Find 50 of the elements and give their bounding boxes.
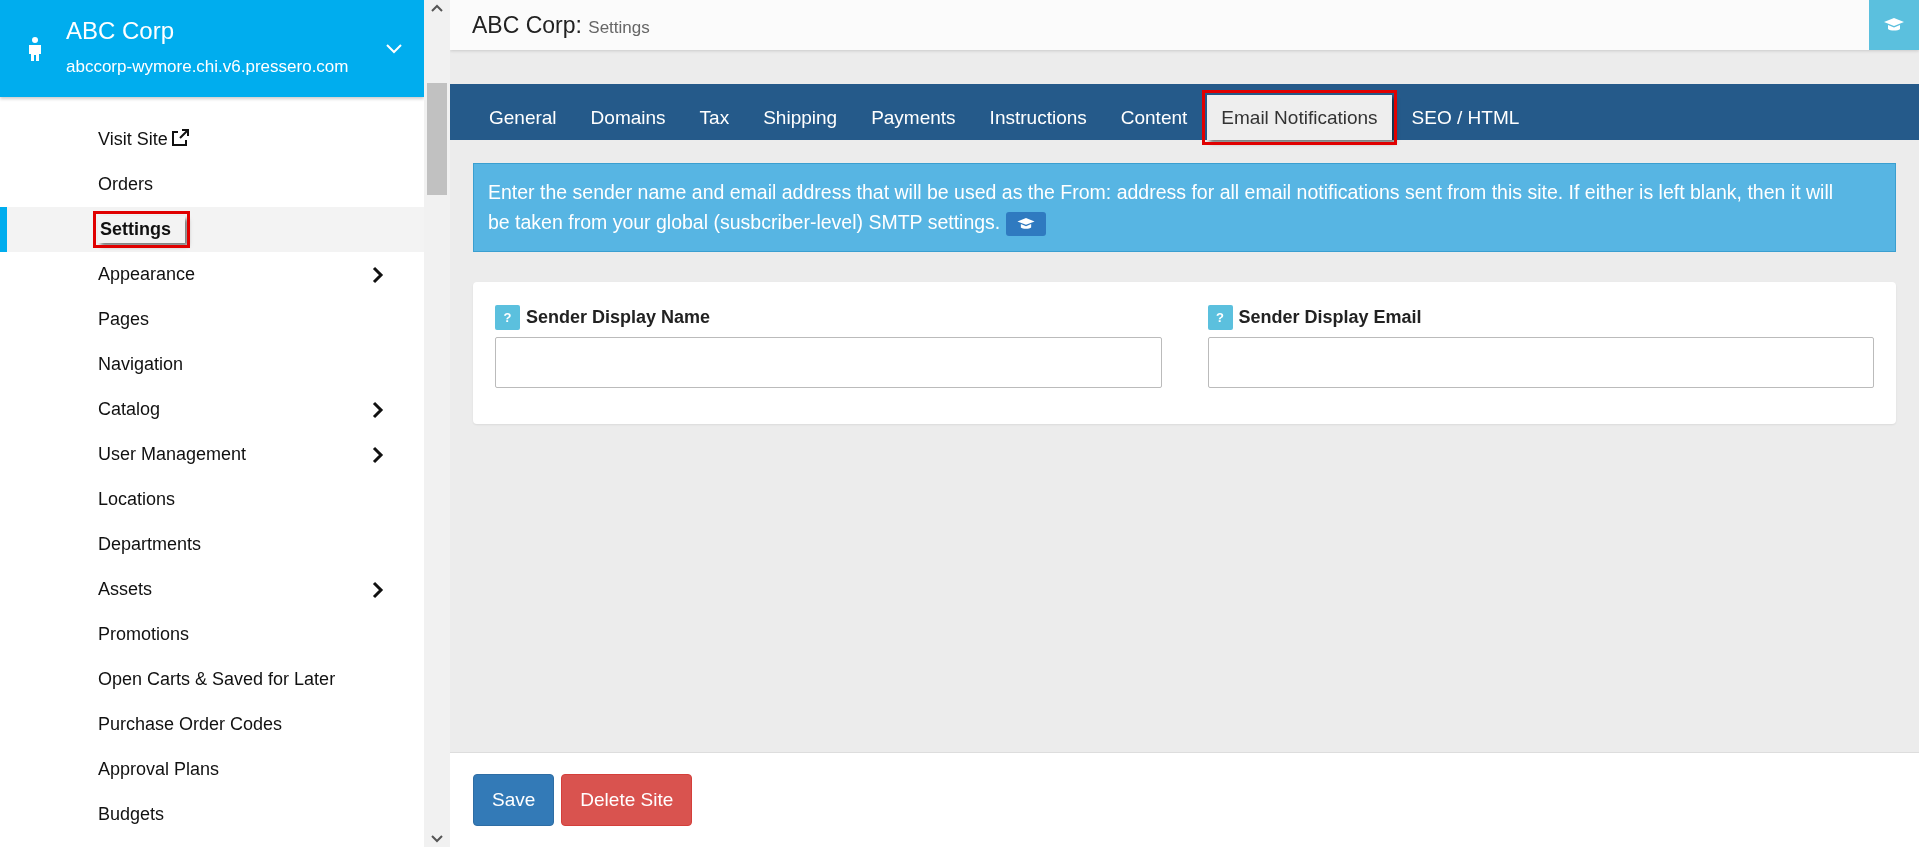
- input-field[interactable]: [1207, 337, 1874, 389]
- sidebar-item[interactable]: Purchase Order Codes: [0, 702, 424, 747]
- sidebar-item[interactable]: Visit Site: [0, 117, 424, 162]
- sidebar-item[interactable]: Departments: [0, 522, 424, 567]
- page-subtitle: Settings: [588, 17, 650, 37]
- field-label: Sender Display Name: [526, 306, 711, 330]
- sidebar-item[interactable]: Locations: [0, 477, 424, 522]
- sidebar-item[interactable]: Approval Plans: [0, 747, 424, 792]
- sidebar-item[interactable]: Orders: [0, 162, 424, 207]
- chevron-right-icon: [372, 581, 384, 600]
- tab[interactable]: Shipping: [749, 94, 852, 140]
- info-alert: Enter the sender name and email address that will be used as the From: address for all email notifications sent from this site. If either is left blank, then it will be taken from your global (susbcriber-level) SMTP settings.: [473, 163, 1896, 253]
- graduation-cap-button[interactable]: [1005, 212, 1046, 237]
- tab[interactable]: Content: [1106, 94, 1202, 140]
- chevron-right-icon: [372, 266, 384, 285]
- scrollbar-thumb[interactable]: [427, 83, 447, 195]
- sidebar-item[interactable]: User Management: [0, 432, 424, 477]
- person-icon: [28, 36, 42, 61]
- scroll-down-icon[interactable]: [431, 835, 443, 843]
- sidebar-item[interactable]: Pages: [0, 297, 424, 342]
- external-link-icon: [170, 129, 189, 148]
- input-field[interactable]: [495, 337, 1162, 389]
- chevron-down-icon[interactable]: [386, 43, 402, 54]
- tab[interactable]: Payments: [857, 94, 970, 140]
- scrollbar[interactable]: [424, 0, 450, 847]
- tab[interactable]: Tax: [685, 94, 744, 140]
- delete-button[interactable]: Delete Site: [561, 774, 693, 826]
- sidebar-item[interactable]: Open Carts & Saved for Later: [0, 657, 424, 702]
- field-label: Sender Display Email: [1238, 306, 1422, 330]
- sidebar-item[interactable]: Settings: [0, 207, 424, 252]
- sidebar-item[interactable]: Budgets: [0, 792, 424, 837]
- sidebar-item[interactable]: Catalog: [0, 387, 424, 432]
- site-domain: abccorp-wymore.chi.v6.pressero.com: [66, 56, 350, 79]
- tab[interactable]: Instructions: [975, 94, 1101, 140]
- tab[interactable]: SEO / HTML: [1397, 94, 1534, 140]
- page-title: ABC Corp:: [472, 11, 582, 38]
- chevron-right-icon: [372, 446, 384, 465]
- sidebar-item[interactable]: Promotions: [0, 612, 424, 657]
- site-name: ABC Corp: [66, 17, 176, 47]
- graduation-cap-icon: [1884, 18, 1904, 32]
- save-button[interactable]: Save: [473, 774, 555, 826]
- chevron-right-icon: [372, 401, 384, 420]
- sidebar-item[interactable]: Navigation: [0, 342, 424, 387]
- sidebar-item[interactable]: Appearance: [0, 252, 424, 297]
- tab[interactable]: Domains: [576, 94, 680, 140]
- graduation-cap-icon: [1016, 218, 1035, 231]
- graduation-cap-button[interactable]: [1869, 0, 1919, 50]
- sidebar-item[interactable]: Assets: [0, 567, 424, 612]
- tab[interactable]: General: [475, 94, 571, 140]
- scroll-up-icon[interactable]: [431, 4, 443, 12]
